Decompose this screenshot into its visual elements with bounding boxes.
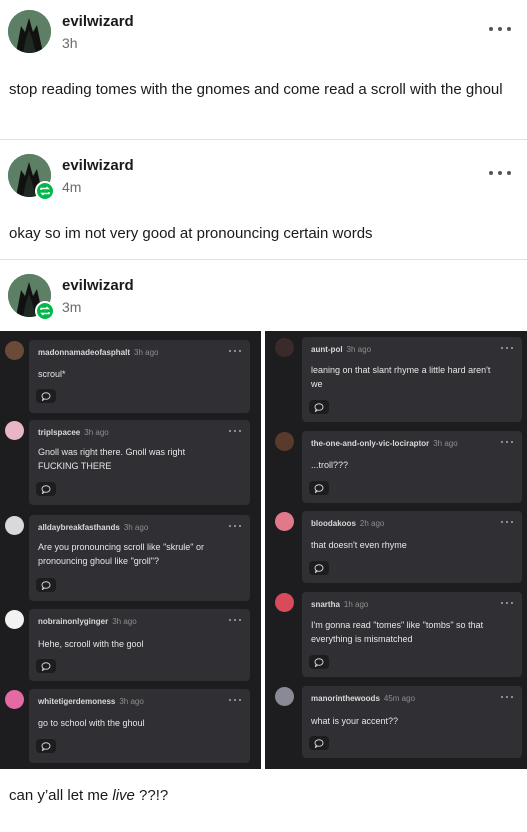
post-header: evilwizard 3m <box>0 274 527 334</box>
username[interactable]: evilwizard <box>62 277 134 294</box>
reply-avatar <box>275 432 294 451</box>
ellipsis-icon[interactable] <box>489 24 511 34</box>
reply-username: alldaybreakfasthands <box>38 523 120 532</box>
ellipsis-icon[interactable] <box>501 521 513 524</box>
replies-screenshot-right: aunt-pol 3h ago leaning on that slant rhy… <box>265 331 527 769</box>
reply-time: 3h ago <box>346 345 372 354</box>
final-text-emphasis: live <box>112 787 135 804</box>
reply-card: nobrainonlyginger 3h ago Hehe, scrooll wi… <box>29 609 250 681</box>
reply-time: 3h ago <box>84 428 109 437</box>
ellipsis-icon[interactable] <box>501 602 513 605</box>
reply-text: I'm gonna read "tomes" like "tombs" so t… <box>311 620 484 644</box>
reply-text: ...troll??? <box>311 460 349 470</box>
reply-avatar <box>5 516 24 535</box>
reply-avatar <box>275 338 294 357</box>
ellipsis-icon[interactable] <box>501 441 513 444</box>
ellipsis-icon[interactable] <box>501 347 513 350</box>
reply-card: madonnamadeofasphalt 3h ago scroul* <box>29 340 250 413</box>
reply-username: madonnamadeofasphalt <box>38 348 131 357</box>
reply-avatar <box>275 687 294 706</box>
reply-text: Gnoll was right there. Gnoll was right F… <box>38 447 186 471</box>
speech-bubble-icon[interactable] <box>36 578 56 592</box>
timestamp: 4m <box>62 179 82 195</box>
avatar[interactable] <box>8 10 51 53</box>
reply-time: 3h ago <box>119 697 144 706</box>
reply-card: alldaybreakfasthands 3h ago Are you prono… <box>29 515 250 601</box>
post-text: stop reading tomes with the gnomes and c… <box>9 81 503 98</box>
reply-time: 3h ago <box>123 523 149 532</box>
ellipsis-icon[interactable] <box>229 430 241 433</box>
reply-avatar <box>5 341 24 360</box>
reblog-icon <box>35 181 55 201</box>
reply-text: Hehe, scrooll with the gool <box>38 639 144 649</box>
reply-text: go to school with the ghoul <box>38 718 145 728</box>
ellipsis-icon[interactable] <box>489 168 511 178</box>
reply-username: aunt-pol <box>311 345 343 354</box>
ellipsis-icon[interactable] <box>501 696 513 699</box>
reply-avatar <box>5 610 24 629</box>
ellipsis-icon[interactable] <box>229 525 241 528</box>
reply-text: leaning on that slant rhyme a little har… <box>311 365 491 389</box>
ellipsis-icon[interactable] <box>229 619 241 622</box>
reply-time: 45m ago <box>383 694 416 703</box>
speech-bubble-icon[interactable] <box>309 736 329 750</box>
ellipsis-icon[interactable] <box>229 350 241 353</box>
reply-time: 1h ago <box>343 600 369 609</box>
reply-card: triplspacee 3h ago Gnoll was right there.… <box>29 420 250 505</box>
reply-card: bloodakoos 2h ago that doesn't even rhyme <box>302 511 522 583</box>
reply-avatar <box>275 512 294 531</box>
reply-text: that doesn't even rhyme <box>311 540 407 550</box>
replies-screenshot-left: madonnamadeofasphalt 3h ago scroul* tripl… <box>0 331 261 769</box>
speech-bubble-icon[interactable] <box>309 561 329 575</box>
reply-username: nobrainonlyginger <box>38 617 109 626</box>
reply-text: what is your accent?? <box>311 716 399 726</box>
reply-time: 3h ago <box>134 348 159 357</box>
post-text: okay so im not very good at pronouncing … <box>9 225 373 242</box>
reply-username: the-one-and-only-vic-lociraptor <box>311 439 430 448</box>
timestamp: 3m <box>62 299 82 315</box>
speech-bubble-icon[interactable] <box>309 400 329 414</box>
reply-username: triplspacee <box>38 428 81 437</box>
speech-bubble-icon[interactable] <box>36 739 56 753</box>
reply-card: snartha 1h ago I'm gonna read "tomes" lik… <box>302 592 522 677</box>
speech-bubble-icon[interactable] <box>36 389 56 403</box>
reply-card: the-one-and-only-vic-lociraptor 3h ago ..… <box>302 431 522 503</box>
reply-avatar <box>275 593 294 612</box>
username[interactable]: evilwizard <box>62 157 134 174</box>
divider <box>0 139 527 140</box>
speech-bubble-icon[interactable] <box>36 659 56 673</box>
reply-time: 3h ago <box>112 617 137 626</box>
reply-text: Are you pronouncing scroll like "skrule"… <box>38 542 204 566</box>
reply-username: manorinthewoods <box>311 694 380 703</box>
reblog-icon <box>35 301 55 321</box>
final-post-text: can y’all let me live ??!? <box>9 787 168 804</box>
timestamp: 3h <box>62 35 78 51</box>
reply-username: bloodakoos <box>311 519 356 528</box>
reply-avatar <box>5 421 24 440</box>
username[interactable]: evilwizard <box>62 13 134 30</box>
reply-time: 2h ago <box>359 519 385 528</box>
final-text-after: ??!? <box>134 787 169 804</box>
ellipsis-icon[interactable] <box>229 699 241 702</box>
divider <box>0 259 527 260</box>
reply-text: scroul* <box>38 369 66 379</box>
reply-card: aunt-pol 3h ago leaning on that slant rhy… <box>302 337 522 422</box>
reply-time: 3h ago <box>433 439 458 448</box>
reply-username: whitetigerdemoness <box>38 697 116 706</box>
post-header: evilwizard 3h <box>0 10 527 70</box>
speech-bubble-icon[interactable] <box>309 481 329 495</box>
reply-username: snartha <box>311 600 340 609</box>
reply-card: manorinthewoods 45m ago what is your acce… <box>302 686 522 758</box>
reply-card: whitetigerdemoness 3h ago go to school wi… <box>29 689 250 763</box>
speech-bubble-icon[interactable] <box>36 482 56 496</box>
reply-avatar <box>5 690 24 709</box>
final-text-before: can y’all let me <box>9 787 113 804</box>
speech-bubble-icon[interactable] <box>309 655 329 669</box>
post-header: evilwizard 4m <box>0 154 527 214</box>
